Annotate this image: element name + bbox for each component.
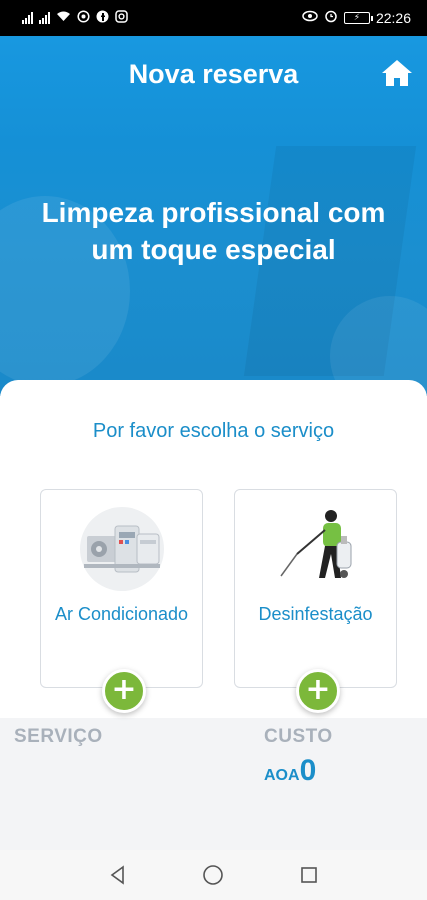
home-icon (382, 60, 412, 86)
battery-charging-glyph: ⚡ (353, 13, 361, 23)
cost-summary-label: CUSTO (264, 726, 333, 747)
battery-icon: ⚡ (343, 12, 373, 24)
hero-banner: Nova reserva Limpeza profissional com um… (0, 36, 427, 396)
recents-square-icon (301, 867, 317, 883)
plus-icon: + (305, 672, 331, 707)
service-summary-label: SERVIÇO (14, 726, 103, 747)
eye-icon (302, 10, 318, 26)
service-label: Desinfestação (258, 604, 373, 624)
currency-code: AOA (264, 767, 300, 784)
plus-icon: + (111, 672, 137, 707)
home-circle-icon (203, 865, 224, 885)
top-app-bar: Nova reserva (0, 36, 427, 112)
back-button[interactable] (103, 860, 133, 890)
home-button[interactable] (381, 58, 413, 88)
service-option-ar-condicionado[interactable]: Ar Condicionado + (40, 489, 203, 713)
service-label: Ar Condicionado (54, 604, 189, 624)
whatsapp-icon (77, 9, 90, 27)
cost-amount: 0 (299, 754, 317, 787)
status-bar: ⚡ 22:26 (0, 0, 427, 36)
air-conditioner-icon (80, 507, 164, 591)
cost-value: AOA0 (264, 754, 316, 788)
disinfection-worker-icon (280, 510, 352, 578)
choose-service-prompt: Por favor escolha o serviço (92, 420, 335, 442)
add-service-button[interactable]: + (296, 669, 340, 713)
recents-button[interactable] (294, 860, 324, 890)
add-service-button[interactable]: + (102, 669, 146, 713)
wifi-icon (56, 10, 71, 26)
hero-tagline: Limpeza profissional com um toque especi… (41, 197, 386, 265)
status-bar-right: ⚡ 22:26 (302, 9, 411, 27)
service-card: Por favor escolha o serviço Ar Condicion… (0, 380, 427, 720)
home-nav-button[interactable] (198, 860, 228, 890)
status-bar-left (22, 9, 128, 27)
system-nav-bar (0, 850, 427, 900)
booking-summary: SERVIÇO CUSTO AOA0 (0, 718, 427, 850)
instagram-icon (115, 9, 128, 27)
status-time: 22:26 (375, 10, 411, 26)
page-title: Nova reserva (128, 58, 299, 89)
back-triangle-icon (110, 865, 124, 885)
signal-icon (39, 12, 50, 24)
facebook-icon (96, 10, 109, 27)
alarm-icon (324, 9, 338, 27)
signal-icon (22, 12, 33, 24)
service-option-desinfestacao[interactable]: Desinfestação + (234, 489, 397, 713)
